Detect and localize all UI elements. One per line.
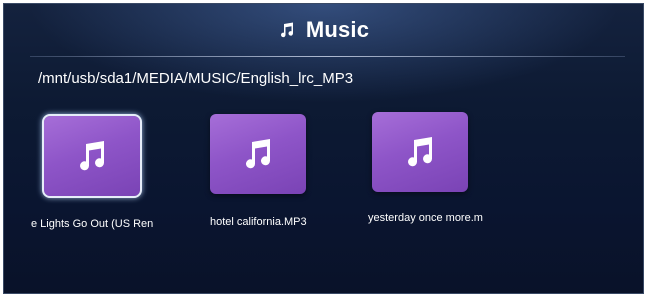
- file-grid: e Lights Go Out (US Ren hotel california…: [4, 4, 643, 293]
- file-name: yesterday once more.m: [368, 212, 483, 224]
- music-browser-screen: Music /mnt/usb/sda1/MEDIA/MUSIC/English_…: [3, 3, 644, 294]
- file-tile-1[interactable]: [42, 114, 142, 198]
- file-name: e Lights Go Out (US Ren: [31, 218, 154, 230]
- file-tile-3[interactable]: [372, 112, 468, 192]
- music-note-icon: [246, 139, 271, 169]
- file-tile-2[interactable]: [210, 114, 306, 194]
- music-note-icon: [80, 141, 105, 171]
- music-note-icon: [408, 137, 433, 167]
- file-name: hotel california.MP3: [210, 216, 307, 228]
